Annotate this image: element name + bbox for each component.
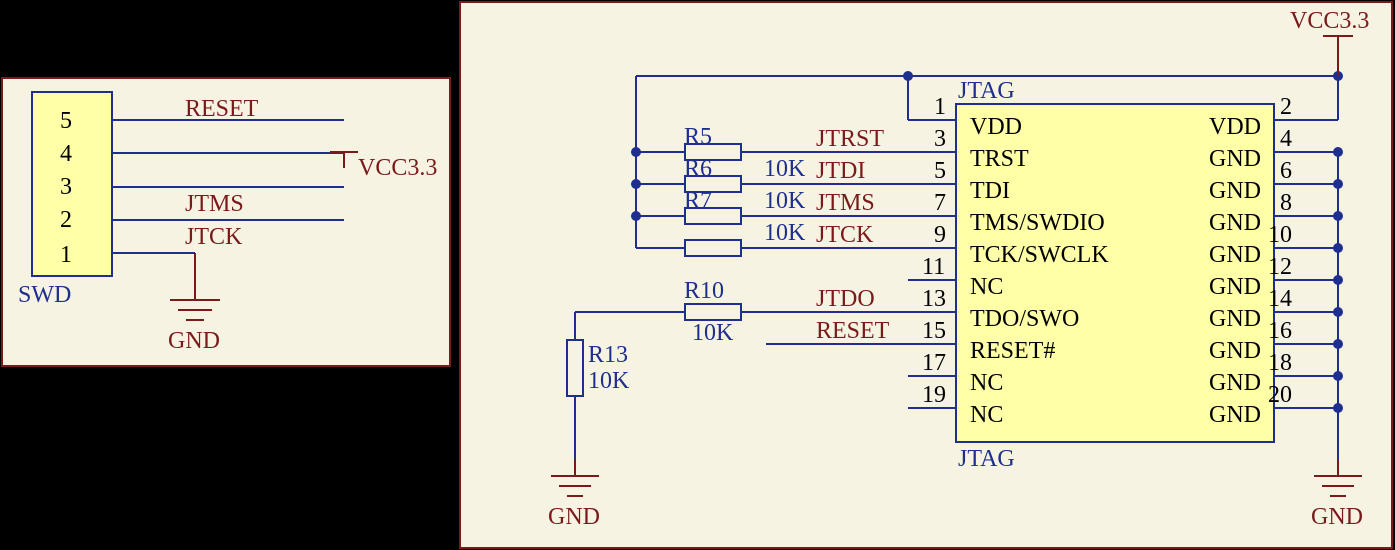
swd-pin-5-net: RESET: [185, 96, 259, 122]
gnd-label-right: GND: [1311, 504, 1363, 530]
svg-text:3: 3: [934, 126, 946, 152]
svg-text:GND: GND: [1209, 402, 1261, 428]
swd-pin-2-num: 2: [60, 207, 72, 233]
svg-text:JTDI: JTDI: [816, 158, 865, 184]
svg-text:14: 14: [1268, 286, 1292, 312]
svg-text:15: 15: [922, 318, 946, 344]
svg-text:9: 9: [934, 222, 946, 248]
svg-text:R5: R5: [684, 124, 712, 150]
svg-text:10: 10: [1268, 222, 1292, 248]
svg-text:4: 4: [1280, 126, 1292, 152]
svg-text:17: 17: [922, 350, 946, 376]
jtag-title: JTAG: [958, 78, 1015, 104]
svg-text:JTMS: JTMS: [816, 190, 875, 216]
svg-text:8: 8: [1280, 190, 1292, 216]
svg-text:GND: GND: [1209, 274, 1261, 300]
swd-pin-5-num: 5: [60, 108, 72, 134]
svg-text:TMS/SWDIO: TMS/SWDIO: [970, 210, 1105, 236]
jtag-panel: JTAG JTAG 1 3 5 7 9 11 13 15 17: [460, 2, 1392, 548]
svg-text:TDI: TDI: [970, 178, 1010, 204]
svg-text:13: 13: [922, 286, 946, 312]
svg-text:GND: GND: [1209, 146, 1261, 172]
svg-text:10K: 10K: [588, 368, 630, 394]
svg-text:11: 11: [922, 254, 945, 280]
svg-text:R10: R10: [684, 278, 724, 304]
svg-text:10K: 10K: [764, 156, 806, 182]
jtag-designator: JTAG: [958, 446, 1015, 472]
svg-text:GND: GND: [1209, 210, 1261, 236]
vcc-label-right: VCC3.3: [1290, 8, 1369, 34]
svg-text:GND: GND: [1209, 338, 1261, 364]
swd-pin-4-net: VCC3.3: [358, 155, 437, 181]
svg-text:18: 18: [1268, 350, 1292, 376]
svg-text:VDD: VDD: [1209, 114, 1261, 140]
svg-text:RESET#: RESET#: [970, 338, 1055, 364]
svg-text:7: 7: [934, 190, 946, 216]
svg-text:R13: R13: [588, 342, 628, 368]
svg-text:TCK/SWCLK: TCK/SWCLK: [970, 242, 1109, 268]
svg-text:NC: NC: [970, 402, 1003, 428]
svg-text:VDD: VDD: [970, 114, 1022, 140]
swd-panel: SWD 5 4 3 2 1 RESET VCC3.3 JTMS JTCK GND: [2, 78, 450, 366]
swd-designator: SWD: [18, 282, 71, 308]
swd-pin-1-num: 1: [60, 242, 72, 268]
svg-text:10K: 10K: [764, 188, 806, 214]
svg-text:GND: GND: [1209, 306, 1261, 332]
svg-text:1: 1: [934, 94, 946, 120]
svg-text:5: 5: [934, 158, 946, 184]
swd-pin-3-num: 3: [60, 174, 72, 200]
swd-pin-2-net: JTCK: [185, 224, 243, 250]
svg-text:JTDO: JTDO: [816, 286, 875, 312]
swd-pin-3-net: JTMS: [185, 191, 244, 217]
svg-text:R7: R7: [684, 188, 712, 214]
gnd-label-left: GND: [548, 504, 600, 530]
svg-text:RESET: RESET: [816, 318, 890, 344]
swd-connector-body: [32, 92, 112, 276]
svg-text:GND: GND: [1209, 242, 1261, 268]
svg-text:JTCK: JTCK: [816, 222, 874, 248]
svg-text:10K: 10K: [764, 220, 806, 246]
svg-text:TDO/SWO: TDO/SWO: [970, 306, 1079, 332]
svg-text:NC: NC: [970, 274, 1003, 300]
svg-text:NC: NC: [970, 370, 1003, 396]
svg-text:10K: 10K: [692, 320, 734, 346]
svg-text:6: 6: [1280, 158, 1292, 184]
svg-text:20: 20: [1268, 382, 1292, 408]
svg-text:16: 16: [1268, 318, 1292, 344]
svg-text:2: 2: [1280, 94, 1292, 120]
svg-text:GND: GND: [1209, 370, 1261, 396]
svg-text:JTRST: JTRST: [816, 126, 884, 152]
svg-text:GND: GND: [1209, 178, 1261, 204]
swd-pin-4-num: 4: [60, 141, 72, 167]
svg-text:TRST: TRST: [970, 146, 1029, 172]
svg-text:19: 19: [922, 382, 946, 408]
swd-pin-1-net: GND: [168, 328, 220, 354]
svg-text:12: 12: [1268, 254, 1292, 280]
svg-text:R6: R6: [684, 156, 712, 182]
